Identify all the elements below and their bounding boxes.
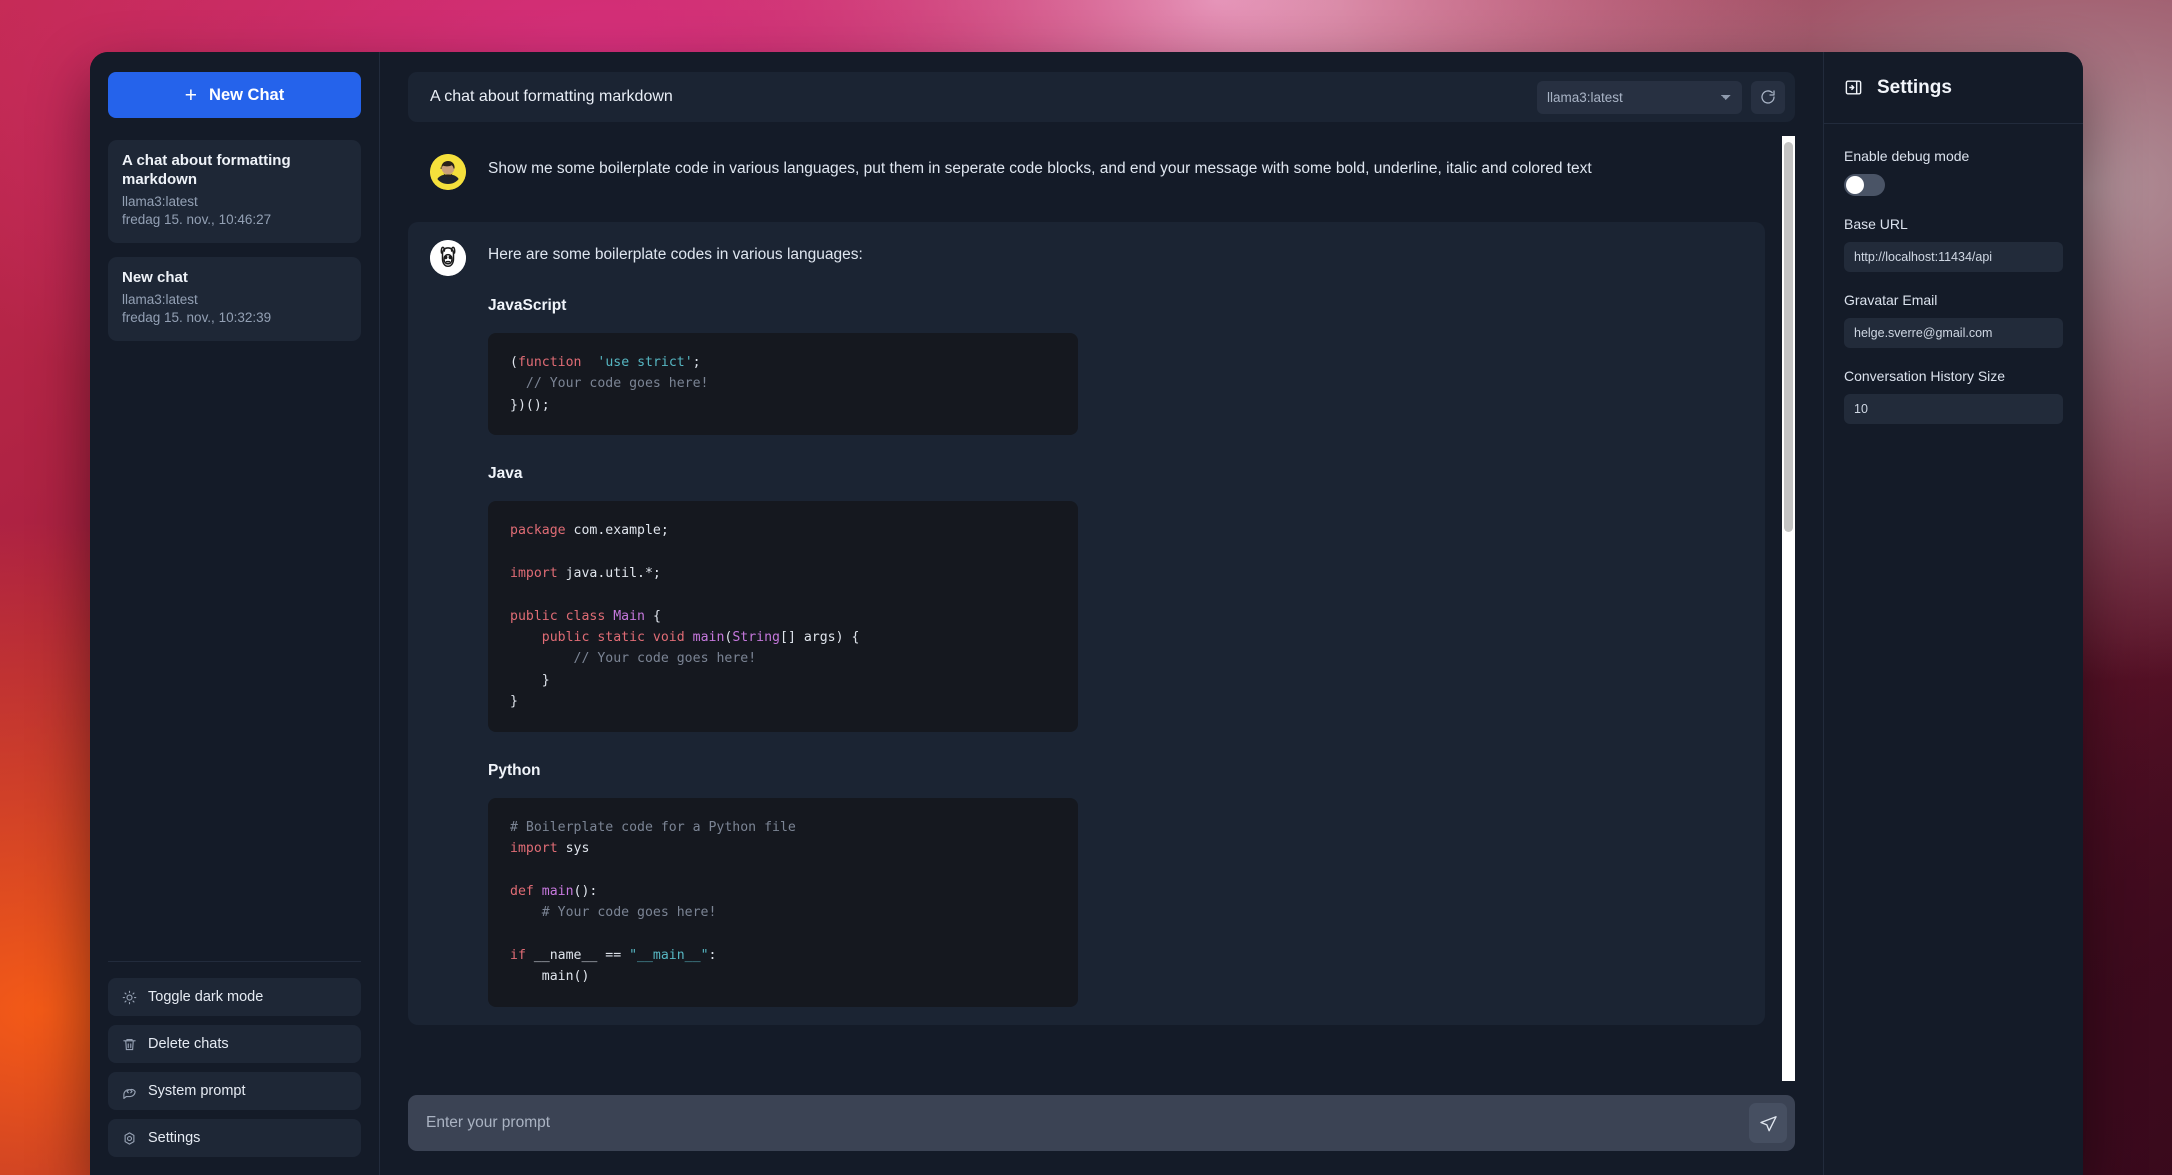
toggle-dark-mode-button[interactable]: Toggle dark mode (108, 978, 361, 1016)
settings-header: Settings (1824, 52, 2083, 124)
chat-scrollbar-thumb[interactable] (1784, 142, 1793, 532)
assistant-message-body: Here are some boilerplate codes in vario… (488, 240, 1743, 1007)
chat-item-title: New chat (122, 269, 347, 288)
base-url-label: Base URL (1844, 216, 2063, 232)
prompt-bar (408, 1095, 1795, 1151)
refresh-icon (1760, 89, 1776, 105)
user-avatar-icon (430, 154, 466, 190)
send-icon (1759, 1114, 1778, 1133)
toggle-dark-mode-label: Toggle dark mode (148, 989, 263, 1005)
message-code-icon (122, 1084, 137, 1099)
chat-list-item[interactable]: New chat llama3:latest fredag 15. nov., … (108, 257, 361, 341)
code-content-python: # Boilerplate code for a Python file imp… (510, 817, 1056, 988)
delete-chats-label: Delete chats (148, 1036, 229, 1052)
code-block-java: package com.example; import java.util.*;… (488, 501, 1078, 731)
llama-avatar-icon (430, 240, 466, 276)
chat-item-title: A chat about formatting markdown (122, 152, 347, 190)
debug-mode-toggle[interactable] (1844, 174, 1885, 196)
chat-list: A chat about formatting markdown llama3:… (108, 140, 361, 961)
prompt-input[interactable] (426, 1114, 1749, 1132)
setting-base-url: Base URL (1844, 216, 2063, 272)
chat-item-model: llama3:latest (122, 291, 347, 310)
chat-messages: Show me some boilerplate code in various… (408, 136, 1795, 1025)
code-block-python: # Boilerplate code for a Python file imp… (488, 798, 1078, 1007)
system-prompt-label: System prompt (148, 1083, 246, 1099)
sidebar: + New Chat A chat about formatting markd… (90, 52, 380, 1175)
history-size-label: Conversation History Size (1844, 368, 2063, 384)
desktop-background: + New Chat A chat about formatting markd… (0, 0, 2172, 1175)
assistant-intro-text: Here are some boilerplate codes in vario… (488, 242, 1743, 267)
code-heading-java: Java (488, 465, 1743, 483)
gravatar-email-input[interactable] (1844, 318, 2063, 348)
plus-icon: + (185, 85, 197, 106)
code-content-java: package com.example; import java.util.*;… (510, 520, 1056, 712)
refresh-models-button[interactable] (1751, 81, 1785, 114)
model-select[interactable]: llama3:latest (1537, 81, 1742, 114)
sun-icon (122, 990, 137, 1005)
main-content: A chat about formatting markdown llama3:… (380, 52, 1823, 1175)
avatar (430, 154, 466, 190)
send-button[interactable] (1749, 1103, 1787, 1143)
debug-mode-label: Enable debug mode (1844, 148, 2063, 164)
code-block-javascript: (function 'use strict'; // Your code goe… (488, 333, 1078, 435)
app-window: + New Chat A chat about formatting markd… (90, 52, 2083, 1175)
setting-debug-mode: Enable debug mode (1844, 148, 2063, 196)
chat-scroll-area[interactable]: Show me some boilerplate code in various… (408, 136, 1795, 1081)
gear-icon (122, 1131, 137, 1146)
settings-body: Enable debug mode Base URL Gravatar Emai… (1824, 124, 2083, 444)
new-chat-label: New Chat (209, 86, 284, 105)
chat-title: A chat about formatting markdown (430, 88, 1537, 106)
code-heading-javascript: JavaScript (488, 297, 1743, 315)
settings-panel: Settings Enable debug mode Base URL Grav… (1823, 52, 2083, 1175)
code-heading-python: Python (488, 762, 1743, 780)
gravatar-email-label: Gravatar Email (1844, 292, 2063, 308)
chat-item-model: llama3:latest (122, 193, 347, 212)
panel-collapse-icon[interactable] (1844, 78, 1863, 97)
settings-button[interactable]: Settings (108, 1119, 361, 1157)
setting-gravatar-email: Gravatar Email (1844, 292, 2063, 348)
toggle-knob (1846, 176, 1864, 194)
chat-list-item[interactable]: A chat about formatting markdown llama3:… (108, 140, 361, 243)
chat-topbar: A chat about formatting markdown llama3:… (408, 72, 1795, 122)
chat-item-timestamp: fredag 15. nov., 10:46:27 (122, 211, 347, 230)
assistant-message: Here are some boilerplate codes in vario… (408, 222, 1765, 1025)
user-message-text: Show me some boilerplate code in various… (488, 156, 1743, 181)
user-message: Show me some boilerplate code in various… (408, 136, 1765, 208)
system-prompt-button[interactable]: System prompt (108, 1072, 361, 1110)
new-chat-button[interactable]: + New Chat (108, 72, 361, 118)
chat-scrollbar[interactable] (1782, 136, 1795, 1081)
trash-icon (122, 1037, 137, 1052)
history-size-input[interactable] (1844, 394, 2063, 424)
base-url-input[interactable] (1844, 242, 2063, 272)
sidebar-footer: Toggle dark mode Delete chats System pro… (108, 961, 361, 1157)
user-message-body: Show me some boilerplate code in various… (488, 154, 1743, 190)
code-content-javascript: (function 'use strict'; // Your code goe… (510, 352, 1056, 416)
chat-item-timestamp: fredag 15. nov., 10:32:39 (122, 309, 347, 328)
avatar (430, 240, 466, 276)
setting-history-size: Conversation History Size (1844, 368, 2063, 424)
delete-chats-button[interactable]: Delete chats (108, 1025, 361, 1063)
settings-title: Settings (1877, 77, 1952, 99)
settings-label: Settings (148, 1130, 200, 1146)
